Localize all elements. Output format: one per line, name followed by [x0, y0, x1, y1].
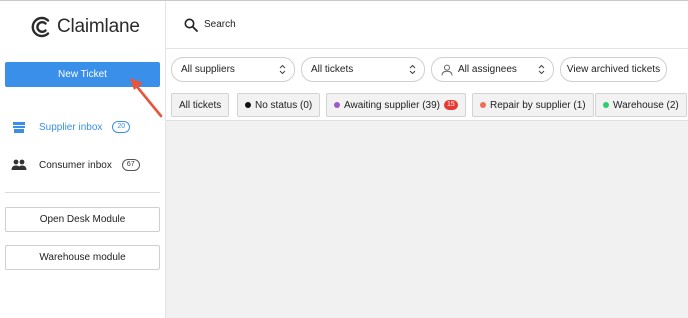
warehouse-module-button[interactable]: Warehouse module: [5, 245, 160, 270]
claimlane-logo-icon: [31, 16, 50, 38]
unread-count-badge: 15: [443, 100, 458, 110]
tab-awaiting-supplier[interactable]: Awaiting supplier (39) 15: [326, 93, 466, 117]
sidebar-item-supplier-inbox[interactable]: Supplier inbox 20: [11, 118, 131, 136]
updown-chevron-icon: [538, 64, 545, 75]
app-logo[interactable]: Claimlane: [30, 14, 140, 40]
updown-chevron-icon: [409, 64, 416, 75]
status-tabs: All tickets No status (0) Awaiting suppl…: [166, 90, 688, 121]
person-icon: [441, 64, 453, 76]
top-header: Search: [166, 1, 688, 49]
annotation-arrow-icon: [130, 78, 163, 118]
view-archived-tickets-button[interactable]: View archived tickets: [560, 57, 667, 82]
status-dot-icon: [603, 102, 609, 108]
tab-label: All tickets: [179, 99, 222, 111]
status-dot-icon: [480, 102, 486, 108]
tab-repair-by-supplier[interactable]: Repair by supplier (1): [472, 93, 594, 117]
tab-label: Warehouse (2): [613, 99, 679, 111]
app-name: Claimlane: [57, 16, 140, 37]
search-icon[interactable]: [184, 18, 198, 32]
tab-label: Awaiting supplier (39): [344, 99, 440, 111]
tab-warehouse[interactable]: Warehouse (2): [595, 93, 687, 117]
status-dot-icon: [334, 102, 340, 108]
tab-no-status[interactable]: No status (0): [237, 93, 321, 117]
sidebar-divider: [5, 192, 160, 193]
sidebar-item-label: Consumer inbox: [39, 159, 112, 171]
search-input[interactable]: Search: [204, 19, 236, 30]
assignees-filter-select[interactable]: All assignees: [431, 57, 554, 82]
updown-chevron-icon: [279, 64, 286, 75]
store-icon: [11, 119, 27, 135]
open-desk-module-button[interactable]: Open Desk Module: [5, 207, 160, 232]
status-dot-icon: [245, 102, 251, 108]
tab-label: Repair by supplier (1): [490, 99, 586, 111]
tickets-filter-value: All tickets: [311, 64, 354, 75]
sidebar-item-consumer-inbox[interactable]: Consumer inbox 67: [11, 156, 140, 174]
inbox-count-badge: 67: [121, 159, 140, 171]
ticket-list-area: [166, 121, 688, 318]
sidebar: Claimlane New Ticket Supplier inbox 20 C…: [0, 1, 166, 318]
tab-label: No status (0): [255, 99, 313, 111]
suppliers-filter-value: All suppliers: [181, 64, 235, 75]
tab-all-tickets[interactable]: All tickets: [171, 93, 230, 117]
assignees-filter-value: All assignees: [458, 64, 517, 75]
people-icon: [11, 157, 27, 173]
tickets-filter-select[interactable]: All tickets: [301, 57, 425, 82]
sidebar-item-label: Supplier inbox: [39, 121, 103, 133]
inbox-count-badge: 20: [112, 121, 131, 133]
suppliers-filter-select[interactable]: All suppliers: [171, 57, 295, 82]
